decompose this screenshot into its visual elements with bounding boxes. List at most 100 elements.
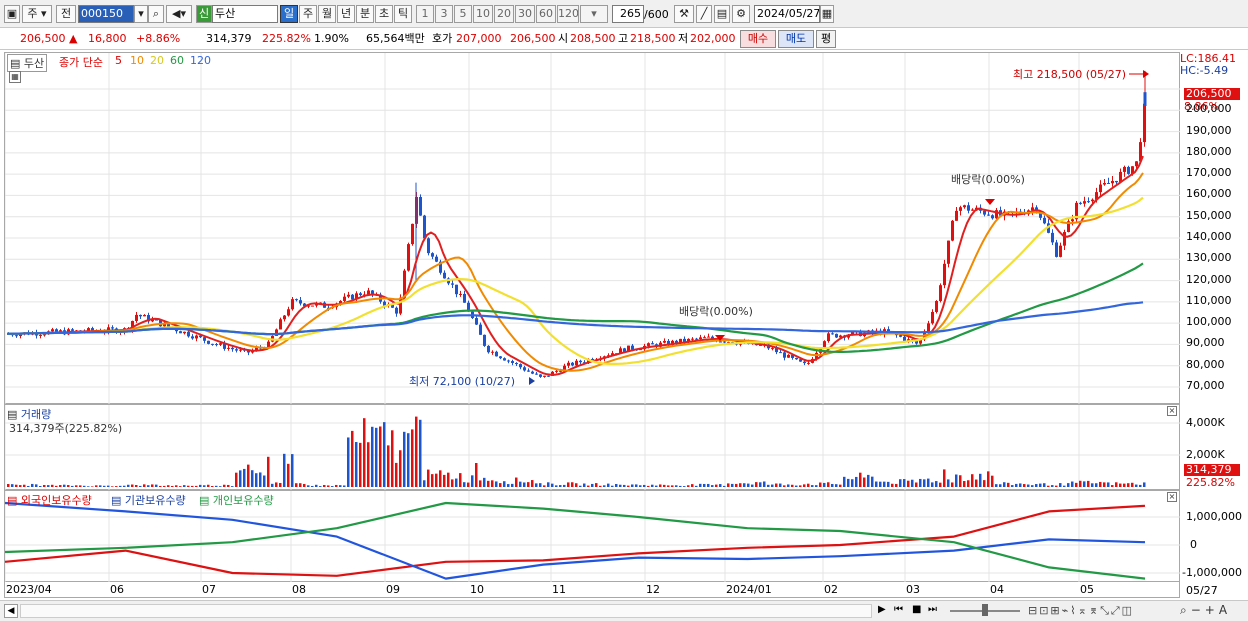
- period-tick[interactable]: 틱: [394, 5, 412, 23]
- table-icon[interactable]: ▦: [9, 71, 21, 83]
- price-ytick: 140,000: [1186, 230, 1232, 243]
- nav-forward-icon[interactable]: ⏭: [928, 604, 942, 618]
- nav-bar: ◀ ▶ ⏮ ■ ⏭ ⊟⊡⊞⌁⌇⌅⌆⤡⤢◫ ⌕−+A: [0, 600, 1248, 621]
- volume-bar: [927, 478, 930, 487]
- count-input[interactable]: 265: [612, 5, 644, 23]
- candle-body: [227, 347, 230, 349]
- eval-button[interactable]: 평: [816, 30, 836, 48]
- period-minute[interactable]: 분: [356, 5, 374, 23]
- volume-bar: [119, 485, 122, 487]
- candle-body: [51, 329, 54, 332]
- individual-legend: ▤ 개인보유수량: [199, 494, 274, 507]
- interval-60[interactable]: 60: [536, 5, 556, 23]
- interval-3[interactable]: 3: [435, 5, 453, 23]
- scroll-track[interactable]: [20, 604, 872, 618]
- sell-button[interactable]: 매도: [778, 30, 814, 48]
- period-week[interactable]: 주: [299, 5, 317, 23]
- code-dropdown-icon[interactable]: ▾: [134, 5, 148, 23]
- volume-bar: [895, 483, 898, 487]
- volume-bar: [175, 485, 178, 487]
- stock-name-field[interactable]: 두산: [212, 5, 278, 23]
- candle-body: [835, 333, 838, 338]
- candle-body: [499, 356, 502, 359]
- volume-bar: [415, 416, 418, 487]
- candle-body: [519, 364, 522, 368]
- candle-body: [967, 205, 970, 211]
- volume-bar: [419, 419, 422, 487]
- volume-close-icon[interactable]: ×: [1167, 406, 1177, 416]
- volume-bar: [1011, 485, 1014, 487]
- volume-bar: [883, 481, 886, 487]
- volume-bar: [635, 484, 638, 487]
- volume-chart-svg: [5, 405, 1181, 491]
- candle-body: [43, 334, 46, 336]
- volume-bar: [243, 468, 246, 487]
- volume-bar: [747, 483, 750, 487]
- low-arrow: [529, 377, 535, 385]
- interval-10[interactable]: 10: [473, 5, 493, 23]
- speaker-icon[interactable]: ◀▾: [166, 5, 192, 23]
- chart-tools-icon[interactable]: ⚒: [674, 5, 694, 23]
- volume-bar: [47, 485, 50, 487]
- volume-bar: [767, 484, 770, 487]
- volume-panel[interactable]: ▤ 거래량 314,379주(225.82%) ×: [4, 404, 1181, 491]
- candle-body: [951, 220, 954, 241]
- code-input[interactable]: 000150: [78, 5, 134, 23]
- ask-price: 206,500: [510, 32, 556, 45]
- volume-bars: [7, 416, 1146, 487]
- nav-rewind-icon[interactable]: ⏮: [894, 604, 908, 618]
- price-panel[interactable]: ▤ 두산 종가 단순 5 10 20 60 120 ▦ 최고 218,500 (…: [4, 52, 1181, 405]
- price-ytick: 150,000: [1186, 208, 1232, 222]
- current-price: 206,500 ▲: [20, 32, 78, 45]
- toolbar: ▣ 주 ▾ 전 000150 ▾ ⌕ ◀▾ 신 두산 일 주 월 년 분 초 틱…: [0, 0, 1248, 28]
- volume-bar: [547, 482, 550, 487]
- volume-bar: [887, 481, 890, 487]
- volume-bar: [467, 482, 470, 487]
- volume-bar: [43, 484, 46, 487]
- market-select[interactable]: 주 ▾: [22, 5, 52, 23]
- holdings-close-icon[interactable]: ×: [1167, 492, 1177, 502]
- open-price: 208,500: [570, 32, 616, 45]
- gear-icon[interactable]: ⚙: [732, 5, 750, 23]
- volume-bar: [439, 470, 442, 487]
- prev-button[interactable]: 전: [56, 5, 76, 23]
- drawing-tools-icons[interactable]: ⊟⊡⊞⌁⌇⌅⌆⤡⤢◫: [1028, 604, 1134, 618]
- holdings-panel[interactable]: ▤ 외국인보유수량 ▤ 기관보유수량 ▤ 개인보유수량 ×: [4, 490, 1181, 583]
- volume-bar: [459, 473, 462, 487]
- interval-30[interactable]: 30: [515, 5, 535, 23]
- buy-button[interactable]: 매수: [740, 30, 776, 48]
- window-menu-icon[interactable]: ▣: [4, 5, 20, 23]
- zoom-controls-icons[interactable]: ⌕−+A: [1180, 603, 1231, 618]
- candle-body: [535, 373, 538, 375]
- volume-bar: [939, 482, 942, 487]
- volume-bar: [1071, 481, 1074, 487]
- volume-bar: [351, 430, 354, 487]
- period-year[interactable]: 년: [337, 5, 355, 23]
- volume-bar: [487, 480, 490, 487]
- volume-bar: [951, 482, 954, 487]
- period-second[interactable]: 초: [375, 5, 393, 23]
- nav-stop-icon[interactable]: ■: [912, 604, 926, 618]
- zoom-slider-handle[interactable]: [982, 604, 988, 616]
- interval-5[interactable]: 5: [454, 5, 472, 23]
- volume-bar: [983, 480, 986, 487]
- volume-bar: [1131, 482, 1134, 487]
- search-icon[interactable]: ⌕: [148, 5, 164, 23]
- interval-1[interactable]: 1: [416, 5, 434, 23]
- volume-bar: [587, 485, 590, 487]
- period-month[interactable]: 월: [318, 5, 336, 23]
- period-day[interactable]: 일: [280, 5, 298, 23]
- interval-custom-select[interactable]: ▾: [580, 5, 608, 23]
- calendar-icon[interactable]: ▦: [820, 5, 834, 23]
- date-input[interactable]: 2024/05/27: [754, 5, 820, 23]
- line-tool-icon[interactable]: ╱: [696, 5, 712, 23]
- volume-ratio: 225.82%: [262, 32, 311, 45]
- scroll-left-icon[interactable]: ◀: [4, 604, 18, 618]
- volume-bar: [215, 485, 218, 487]
- save-icon[interactable]: ▤: [714, 5, 730, 23]
- interval-120[interactable]: 120: [557, 5, 579, 23]
- candle-body: [407, 244, 410, 271]
- volume-bar: [115, 486, 118, 487]
- nav-next-icon[interactable]: ▶: [878, 604, 890, 618]
- interval-20[interactable]: 20: [494, 5, 514, 23]
